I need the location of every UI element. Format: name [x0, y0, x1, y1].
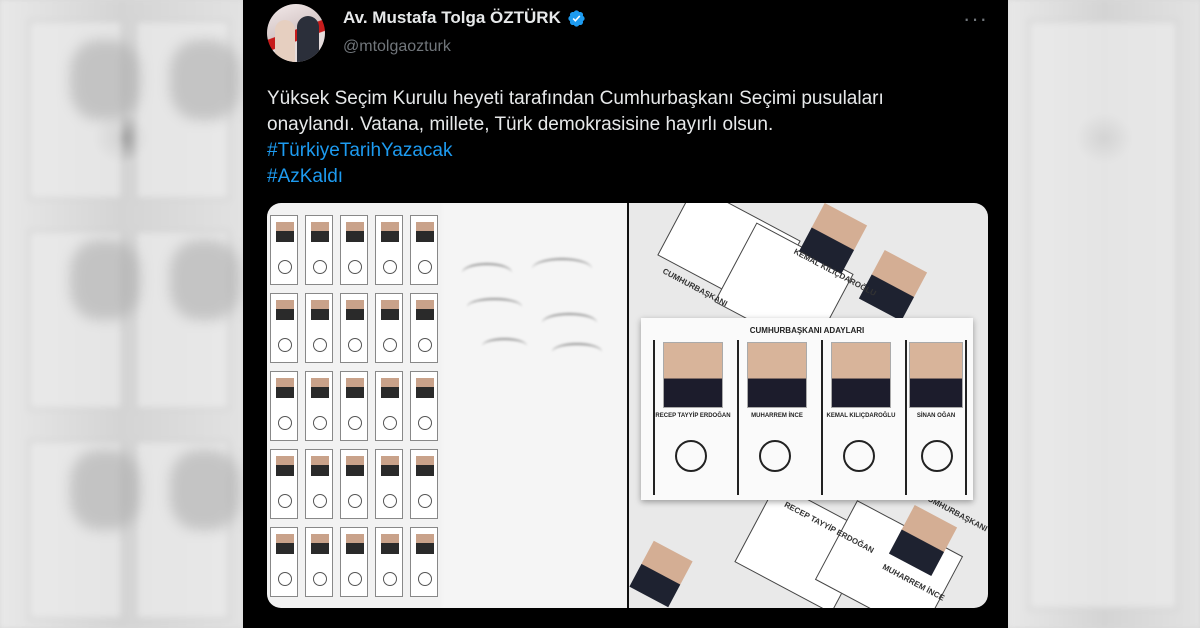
candidate-column: KEMAL KILIÇDAROĞLU — [821, 340, 901, 495]
candidate-photo — [663, 342, 723, 408]
avatar[interactable] — [267, 4, 325, 62]
mini-ballot — [375, 449, 403, 519]
mini-ballot — [375, 371, 403, 441]
mini-ballot — [305, 215, 333, 285]
mini-ballot — [305, 449, 333, 519]
mini-ballot — [270, 449, 298, 519]
mini-ballot — [375, 293, 403, 363]
signed-blurred-sheet — [442, 203, 627, 608]
verified-badge-icon — [568, 9, 585, 27]
display-name[interactable]: Av. Mustafa Tolga ÖZTÜRK — [343, 8, 561, 28]
tweet-text-line-2: onaylandı. Vatana, millete, Türk demokra… — [267, 114, 774, 135]
tweet-text-line-1: Yüksek Seçim Kurulu heyeti tarafından Cu… — [267, 88, 884, 109]
mini-ballot — [410, 215, 438, 285]
author-row: Av. Mustafa Tolga ÖZTÜRK — [343, 8, 586, 28]
candidate-column: RECEP TAYYİP ERDOĞAN — [653, 340, 733, 495]
mini-ballot — [340, 293, 368, 363]
user-handle[interactable]: @mtolgaozturk — [343, 38, 451, 56]
blurred-background-left — [0, 0, 243, 628]
candidate-photo — [909, 342, 963, 408]
mini-ballot — [270, 527, 298, 597]
vote-circle — [843, 440, 875, 472]
mini-ballot — [270, 371, 298, 441]
mini-ballot — [340, 215, 368, 285]
vote-circle — [759, 440, 791, 472]
candidate-column: MUHARREM İNCE — [737, 340, 817, 495]
mini-ballot — [375, 215, 403, 285]
mini-ballot — [270, 293, 298, 363]
mini-ballot — [410, 449, 438, 519]
candidate-name: SİNAN OĞAN — [916, 413, 956, 419]
ballot-title: CUMHURBAŞKANI ADAYLARI — [749, 326, 865, 335]
hashtag-link[interactable]: #AzKaldı — [267, 164, 992, 190]
mini-ballot — [305, 527, 333, 597]
hashtag-link[interactable]: #TürkiyeTarihYazacak — [267, 138, 992, 164]
candidate-photo — [831, 342, 891, 408]
mini-ballot — [340, 449, 368, 519]
vote-circle — [921, 440, 953, 472]
mini-ballot — [410, 371, 438, 441]
mini-ballot — [270, 215, 298, 285]
tweet-media[interactable]: CUMHURBAŞKANI KEMAL KILIÇDAROĞLU RECEP T… — [267, 203, 988, 608]
candidate-column: SİNAN OĞAN — [905, 340, 967, 495]
mini-ballot — [375, 527, 403, 597]
mini-ballot — [305, 293, 333, 363]
ballot-closeup-photo[interactable]: CUMHURBAŞKANI KEMAL KILIÇDAROĞLU RECEP T… — [629, 203, 988, 608]
mini-ballot — [410, 293, 438, 363]
mini-ballot — [305, 371, 333, 441]
presidential-ballot: CUMHURBAŞKANI ADAYLARI RECEP TAYYİP ERDO… — [641, 318, 973, 500]
mini-ballot — [410, 527, 438, 597]
more-options-icon[interactable]: ··· — [963, 6, 988, 32]
candidate-name: RECEP TAYYİP ERDOĞAN — [655, 413, 731, 419]
candidate-name: KEMAL KILIÇDAROĞLU — [826, 413, 896, 419]
candidate-name: MUHARREM İNCE — [751, 413, 803, 419]
mini-ballot — [340, 371, 368, 441]
tweet-text: Yüksek Seçim Kurulu heyeti tarafından Cu… — [267, 86, 992, 190]
tweet-card: Av. Mustafa Tolga ÖZTÜRK @mtolgaozturk ·… — [243, 0, 1008, 628]
candidate-photo — [747, 342, 807, 408]
vote-circle — [675, 440, 707, 472]
mini-ballot — [340, 527, 368, 597]
ballot-sheets-photo[interactable] — [267, 203, 627, 608]
blurred-background-right — [1008, 0, 1200, 628]
